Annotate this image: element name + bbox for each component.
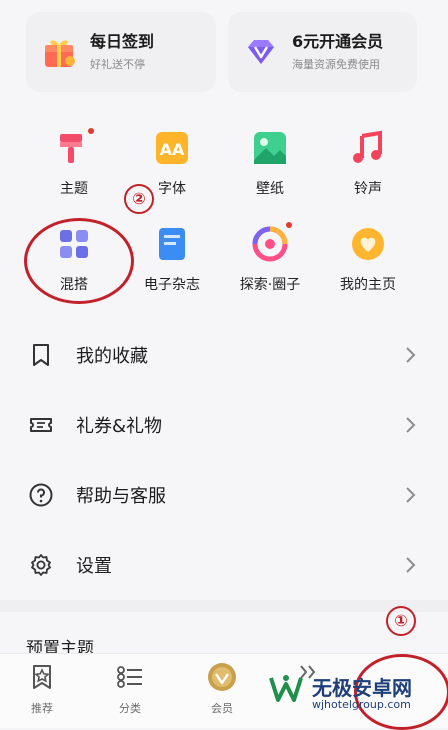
bookmark-icon — [33, 344, 49, 366]
menu-item-settings[interactable]: 设置 — [0, 530, 448, 600]
tab-label: 会员 — [211, 702, 233, 715]
watermark-text: 无极安卓网 — [312, 676, 412, 700]
grid-item-ringtone[interactable]: 铃声 — [320, 128, 416, 198]
grid-label: 铃声 — [354, 181, 382, 197]
tab-label: 推荐 — [31, 702, 53, 715]
annotation-step-1: ① — [386, 606, 416, 636]
menu-item-favorites[interactable]: 我的收藏 — [0, 320, 448, 390]
tab-vip[interactable]: 会员 — [194, 662, 250, 716]
notification-dot — [286, 222, 292, 228]
menu-label: 我的收藏 — [76, 346, 148, 367]
tab-category[interactable]: 分类 — [102, 662, 158, 716]
tab-recommend[interactable]: 推荐 — [14, 662, 70, 716]
theme-store-me-page: 每日签到 好礼送不停 6元开通会员 海量资源免费使用 主题 AA 字体 壁纸 铃… — [0, 0, 448, 730]
menu-label: 礼券&礼物 — [76, 416, 163, 437]
notification-dot — [88, 128, 94, 134]
grid-label: 主题 — [60, 181, 88, 197]
chevron-right-icon — [406, 487, 416, 503]
grid-item-magazine[interactable]: 电子杂志 — [124, 224, 220, 294]
music-icon — [353, 130, 382, 163]
vip-card[interactable]: 6元开通会员 海量资源免费使用 — [228, 12, 417, 92]
watermark-url: wjhotelgroup.com — [312, 698, 411, 711]
ticket-icon — [30, 418, 52, 432]
promo-title: 每日签到 — [90, 32, 155, 51]
chevron-right-icon — [406, 417, 416, 433]
grid-label: 壁纸 — [256, 181, 284, 197]
explore-icon — [252, 226, 288, 262]
annotation-step-2: ② — [124, 184, 154, 214]
grid-item-theme[interactable]: 主题 — [26, 128, 122, 198]
font-icon: AA — [156, 132, 188, 164]
gift-icon — [45, 40, 75, 67]
heart-icon — [352, 228, 384, 260]
list-icon — [117, 666, 142, 688]
watermark-logo-icon — [269, 675, 303, 702]
magazine-icon — [159, 228, 185, 260]
promo-title: 6元开通会员 — [292, 32, 384, 51]
svg-text:AA: AA — [160, 140, 185, 159]
wallpaper-icon — [254, 132, 286, 164]
chevron-right-icon — [406, 557, 416, 573]
grid-label: 探索·圈子 — [239, 277, 301, 293]
watermark: 无极安卓网 wjhotelgroup.com — [268, 666, 438, 722]
promo-subtitle: 好礼送不停 — [90, 58, 145, 71]
grid-label: 电子杂志 — [144, 277, 200, 293]
brush-icon — [60, 134, 82, 163]
grid-item-explore[interactable]: 探索·圈子 — [222, 222, 318, 294]
section-divider — [0, 600, 448, 612]
help-icon — [29, 483, 53, 507]
promo-row: 每日签到 好礼送不停 6元开通会员 海量资源免费使用 — [0, 12, 448, 96]
annotation-circle-mix — [24, 218, 134, 304]
grid-item-wallpaper[interactable]: 壁纸 — [222, 128, 318, 198]
menu-label: 帮助与客服 — [76, 486, 166, 507]
chevron-right-icon — [406, 347, 416, 363]
tab-label: 分类 — [119, 702, 141, 715]
grid-item-my-page[interactable]: 我的主页 — [320, 224, 416, 294]
menu-item-help[interactable]: 帮助与客服 — [0, 460, 448, 530]
star-bookmark-icon — [33, 665, 51, 689]
vip-icon — [208, 663, 236, 691]
menu-label: 设置 — [76, 556, 112, 577]
settings-icon — [31, 554, 51, 576]
diamond-icon — [248, 40, 274, 64]
daily-checkin-card[interactable]: 每日签到 好礼送不停 — [26, 12, 216, 92]
promo-subtitle: 海量资源免费使用 — [292, 58, 380, 71]
menu-item-coupons[interactable]: 礼券&礼物 — [0, 390, 448, 460]
grid-label: 我的主页 — [340, 277, 396, 293]
